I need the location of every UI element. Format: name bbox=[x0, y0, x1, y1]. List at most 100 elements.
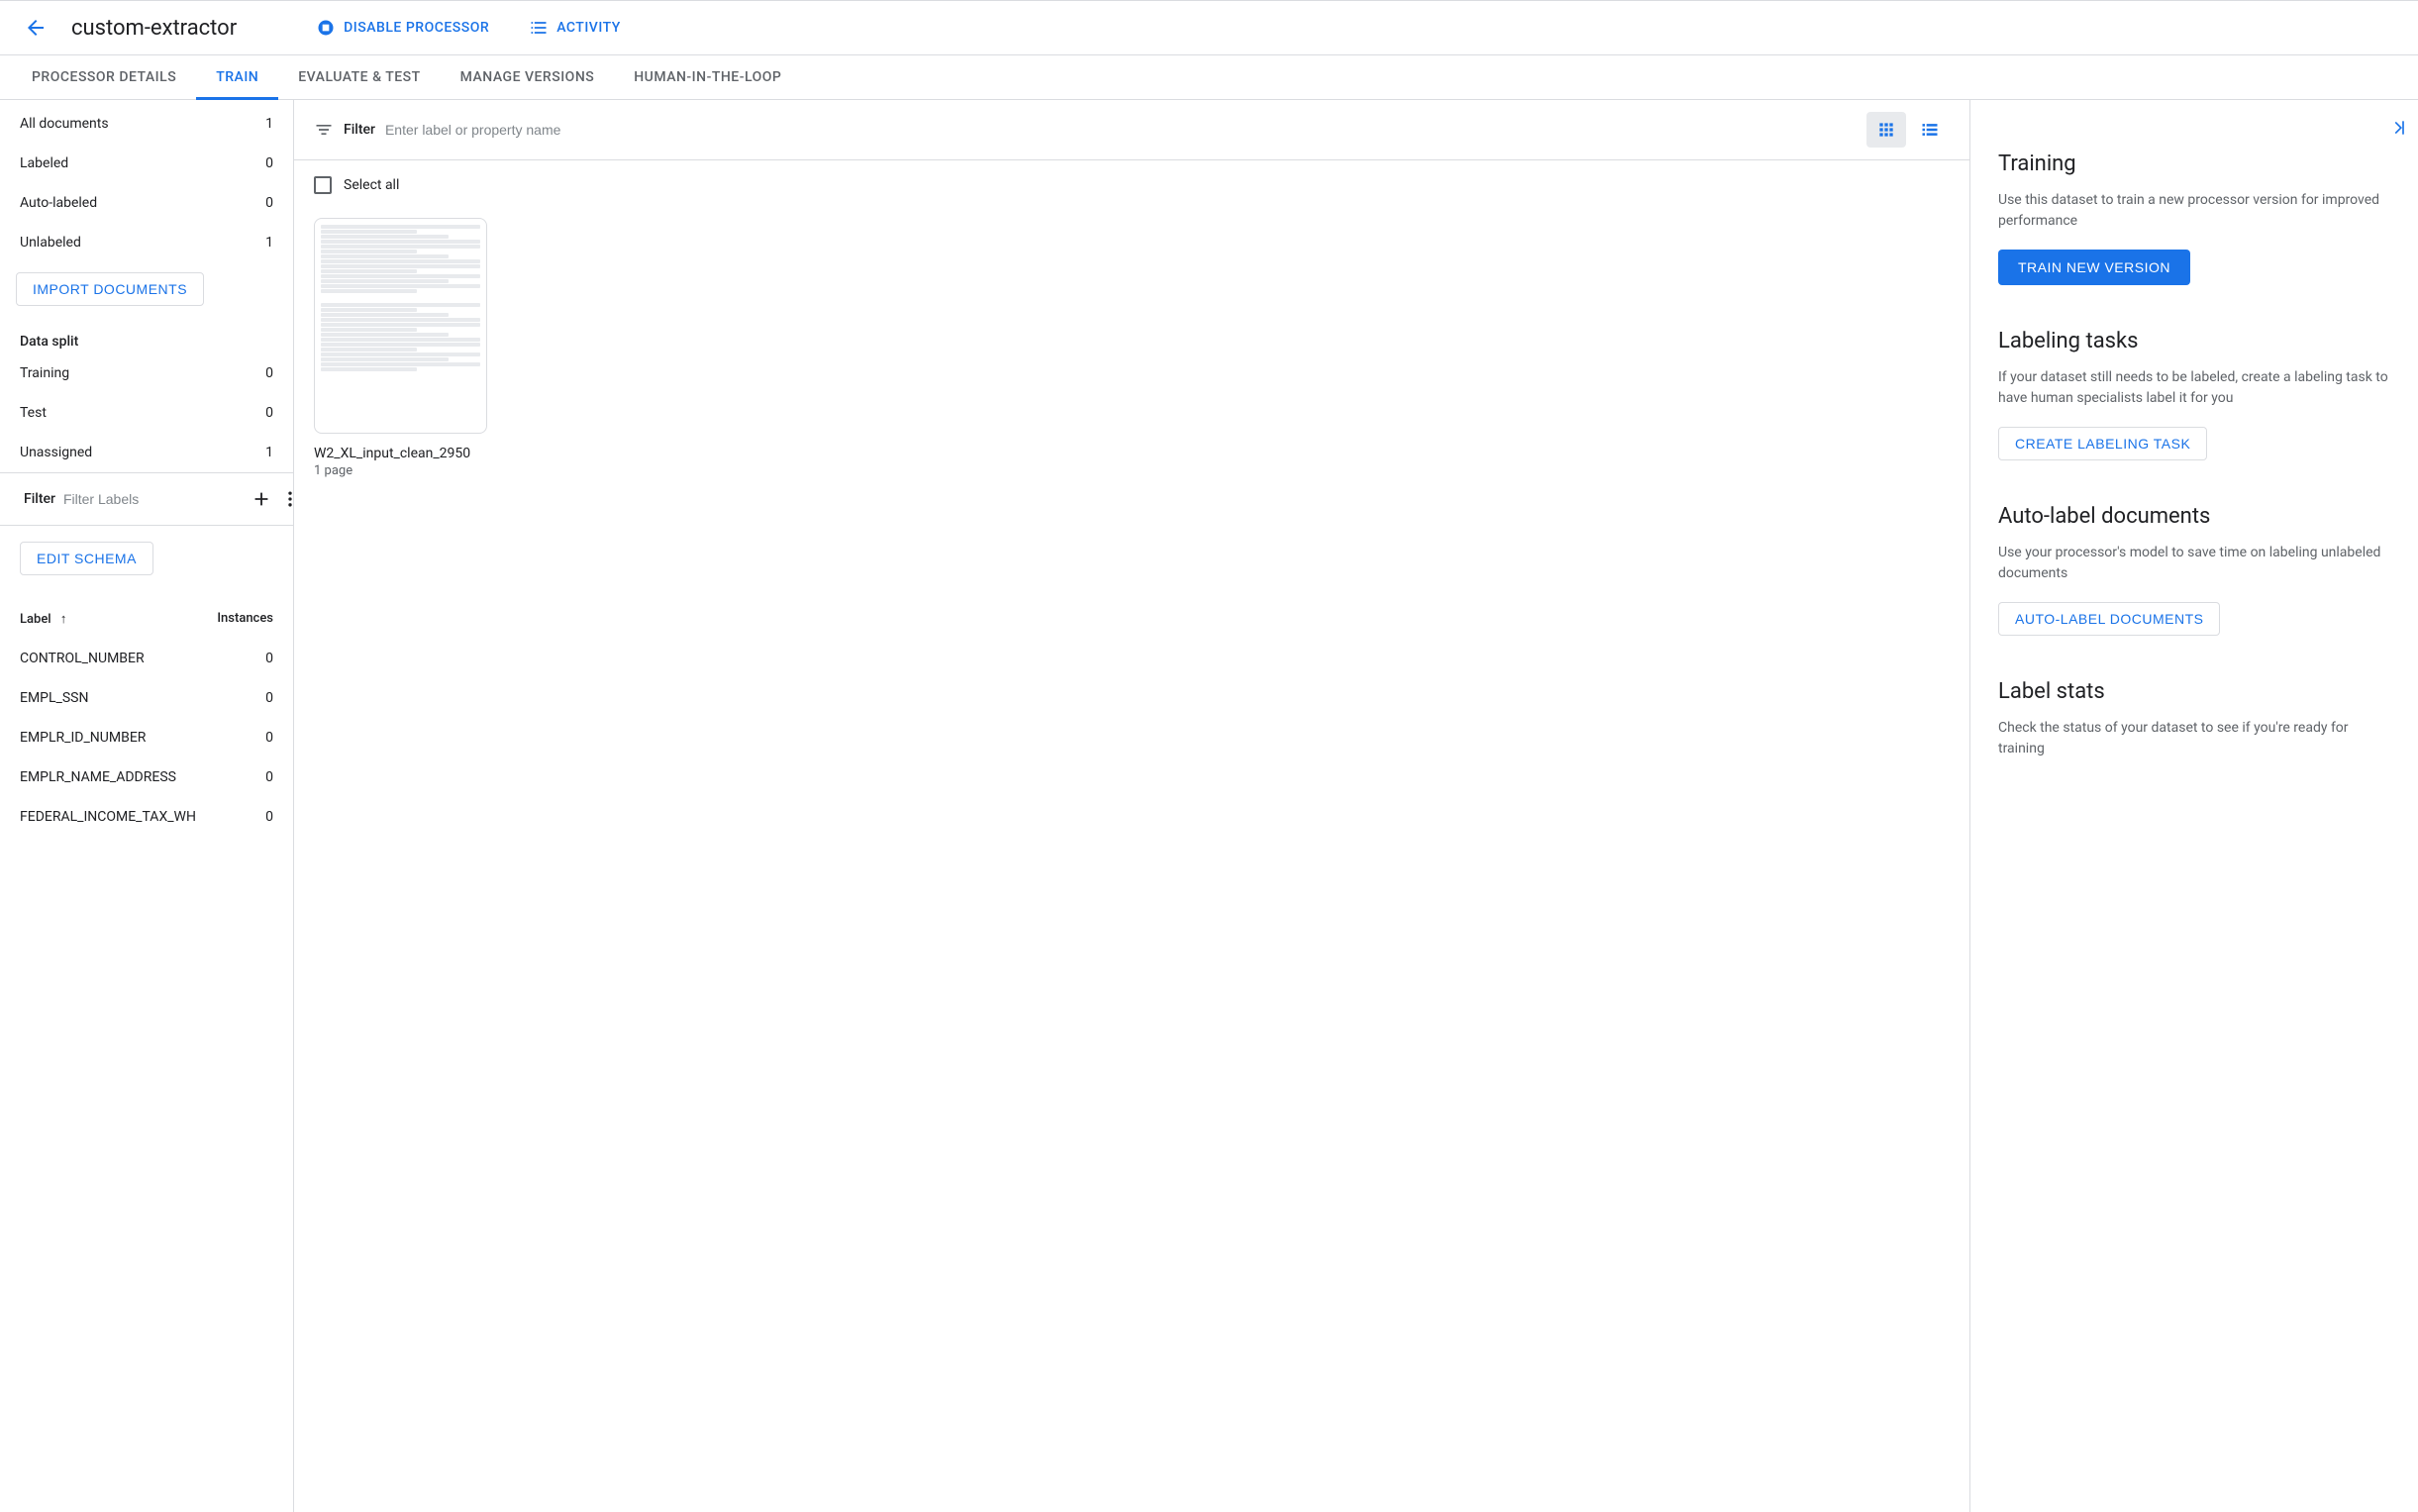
schema-label: EMPLR_ID_NUMBER bbox=[20, 730, 146, 746]
schema-count: 0 bbox=[265, 690, 273, 706]
doc-counts-section: All documents 1 Labeled 0 Auto-labeled 0… bbox=[0, 100, 293, 262]
count-value: 0 bbox=[265, 155, 273, 171]
tab-manage-versions[interactable]: MANAGE VERSIONS bbox=[441, 55, 615, 99]
count-value: 1 bbox=[265, 116, 273, 132]
schema-area: EDIT SCHEMA Label ↑ Instances CONTROL_NU… bbox=[0, 526, 293, 1512]
schema-row[interactable]: EMPL_SSN 0 bbox=[20, 678, 273, 718]
schema-count: 0 bbox=[265, 730, 273, 746]
count-row-unlabeled[interactable]: Unlabeled 1 bbox=[0, 223, 293, 262]
split-row-training[interactable]: Training 0 bbox=[0, 353, 293, 393]
main-layout: All documents 1 Labeled 0 Auto-labeled 0… bbox=[0, 100, 2418, 1512]
schema-header-label[interactable]: Label ↑ bbox=[20, 611, 66, 627]
import-wrap: IMPORT DOCUMENTS bbox=[0, 262, 293, 326]
left-panel: All documents 1 Labeled 0 Auto-labeled 0… bbox=[0, 100, 294, 1512]
filter-icon bbox=[314, 120, 334, 140]
data-split-header: Data split bbox=[0, 326, 293, 353]
schema-count: 0 bbox=[265, 769, 273, 785]
split-label: Unassigned bbox=[20, 445, 92, 460]
add-label-button[interactable] bbox=[251, 483, 272, 515]
split-value: 0 bbox=[265, 365, 273, 381]
schema-label: CONTROL_NUMBER bbox=[20, 651, 145, 666]
auto-label-documents-button[interactable]: AUTO-LABEL DOCUMENTS bbox=[1998, 602, 2220, 636]
import-documents-button[interactable]: IMPORT DOCUMENTS bbox=[16, 272, 204, 306]
tab-human-in-the-loop[interactable]: HUMAN-IN-THE-LOOP bbox=[614, 55, 801, 99]
schema-count: 0 bbox=[265, 809, 273, 825]
label-stats-title: Label stats bbox=[1998, 679, 2390, 704]
schema-count: 0 bbox=[265, 651, 273, 666]
schema-label: EMPL_SSN bbox=[20, 690, 88, 706]
split-row-unassigned[interactable]: Unassigned 1 bbox=[0, 433, 293, 472]
autolabel-section: Auto-label documents Use your processor'… bbox=[1998, 504, 2390, 636]
count-row-autolabeled[interactable]: Auto-labeled 0 bbox=[0, 183, 293, 223]
document-card[interactable]: W2_XL_input_clean_2950 1 page bbox=[314, 218, 487, 478]
count-row-labeled[interactable]: Labeled 0 bbox=[0, 144, 293, 183]
document-name: W2_XL_input_clean_2950 bbox=[314, 446, 487, 461]
schema-row[interactable]: EMPLR_ID_NUMBER 0 bbox=[20, 718, 273, 757]
autolabel-desc: Use your processor's model to save time … bbox=[1998, 543, 2390, 584]
document-filter-input[interactable] bbox=[385, 122, 1857, 138]
tab-train[interactable]: TRAIN bbox=[196, 55, 278, 99]
training-title: Training bbox=[1998, 151, 2390, 176]
tab-evaluate-test[interactable]: EVALUATE & TEST bbox=[278, 55, 440, 99]
train-new-version-button[interactable]: TRAIN NEW VERSION bbox=[1998, 250, 2190, 285]
split-label: Test bbox=[20, 405, 47, 421]
tab-processor-details[interactable]: PROCESSOR DETAILS bbox=[12, 55, 196, 99]
label-stats-section: Label stats Check the status of your dat… bbox=[1998, 679, 2390, 759]
activity-button[interactable]: ACTIVITY bbox=[521, 10, 629, 46]
count-label: Auto-labeled bbox=[20, 195, 97, 211]
training-section: Training Use this dataset to train a new… bbox=[1998, 151, 2390, 285]
edit-schema-button[interactable]: EDIT SCHEMA bbox=[20, 542, 153, 575]
document-filter-bar: Filter bbox=[294, 100, 1969, 160]
label-stats-desc: Check the status of your dataset to see … bbox=[1998, 718, 2390, 759]
back-arrow-icon[interactable] bbox=[24, 16, 48, 40]
count-value: 0 bbox=[265, 195, 273, 211]
activity-label: ACTIVITY bbox=[556, 20, 621, 36]
tab-bar: PROCESSOR DETAILS TRAIN EVALUATE & TEST … bbox=[0, 55, 2418, 100]
label-filter-bar: Filter bbox=[0, 472, 293, 526]
select-all-label: Select all bbox=[344, 177, 399, 193]
list-view-toggle[interactable] bbox=[1910, 112, 1950, 148]
schema-row[interactable]: CONTROL_NUMBER 0 bbox=[20, 639, 273, 678]
labeling-title: Labeling tasks bbox=[1998, 329, 2390, 353]
count-row-all[interactable]: All documents 1 bbox=[0, 104, 293, 144]
split-value: 1 bbox=[265, 445, 273, 460]
document-page-count: 1 page bbox=[314, 463, 487, 478]
header-bar: custom-extractor DISABLE PROCESSOR ACTIV… bbox=[0, 0, 2418, 55]
document-thumbnail[interactable] bbox=[314, 218, 487, 434]
count-label: Labeled bbox=[20, 155, 68, 171]
count-label: All documents bbox=[20, 116, 109, 132]
schema-table-header: Label ↑ Instances bbox=[20, 599, 273, 639]
schema-label: FEDERAL_INCOME_TAX_WH bbox=[20, 809, 196, 825]
select-all-row: Select all bbox=[314, 176, 1950, 194]
split-value: 0 bbox=[265, 405, 273, 421]
training-desc: Use this dataset to train a new processo… bbox=[1998, 190, 2390, 232]
create-labeling-task-button[interactable]: CREATE LABELING TASK bbox=[1998, 427, 2207, 460]
sort-ascending-icon: ↑ bbox=[60, 612, 67, 627]
filter-label-text: Filter bbox=[24, 491, 55, 507]
autolabel-title: Auto-label documents bbox=[1998, 504, 2390, 529]
data-split-section: Training 0 Test 0 Unassigned 1 bbox=[0, 353, 293, 472]
disable-processor-label: DISABLE PROCESSOR bbox=[344, 20, 489, 36]
schema-header-instances[interactable]: Instances bbox=[217, 611, 273, 627]
select-all-checkbox[interactable] bbox=[314, 176, 332, 194]
labeling-section: Labeling tasks If your dataset still nee… bbox=[1998, 329, 2390, 460]
count-label: Unlabeled bbox=[20, 235, 81, 251]
processor-name: custom-extractor bbox=[71, 16, 237, 41]
more-options-button[interactable] bbox=[280, 483, 294, 515]
collapse-panel-icon[interactable] bbox=[2388, 118, 2408, 142]
view-toggle-group bbox=[1866, 112, 1950, 148]
schema-row[interactable]: EMPLR_NAME_ADDRESS 0 bbox=[20, 757, 273, 797]
labeling-desc: If your dataset still needs to be labele… bbox=[1998, 367, 2390, 409]
documents-area: Select all W2_XL_input_clean_2950 bbox=[294, 160, 1969, 494]
filter-label-text: Filter bbox=[344, 122, 375, 138]
right-panel: Training Use this dataset to train a new… bbox=[1970, 100, 2418, 1512]
count-value: 1 bbox=[265, 235, 273, 251]
disable-processor-button[interactable]: DISABLE PROCESSOR bbox=[308, 10, 497, 46]
center-panel: Filter Select all bbox=[294, 100, 1970, 1512]
schema-row[interactable]: FEDERAL_INCOME_TAX_WH 0 bbox=[20, 797, 273, 837]
label-filter-input[interactable] bbox=[63, 491, 243, 507]
schema-label: EMPLR_NAME_ADDRESS bbox=[20, 769, 176, 785]
split-label: Training bbox=[20, 365, 69, 381]
grid-view-toggle[interactable] bbox=[1866, 112, 1906, 148]
split-row-test[interactable]: Test 0 bbox=[0, 393, 293, 433]
